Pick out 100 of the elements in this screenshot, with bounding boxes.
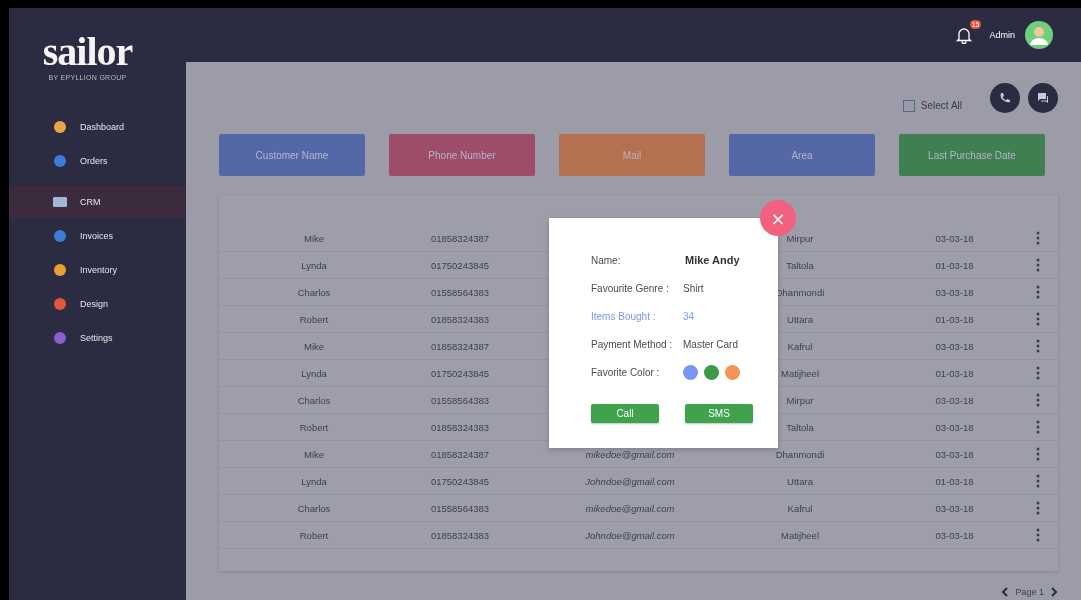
table-cell-text: 01858324383 — [429, 421, 491, 433]
table-cell-text: 03-03-18 — [934, 286, 975, 298]
table-cell-text: Johndoe@gmail.com — [584, 529, 676, 541]
filter-button[interactable]: Last Purchase Date — [899, 134, 1045, 176]
table-cell-text: Robert — [298, 421, 330, 433]
action-button[interactable]: Call — [591, 404, 659, 423]
phone-icon — [999, 92, 1011, 104]
table-cell-text: 01858324383 — [429, 313, 491, 325]
user-name: Admin — [989, 30, 1015, 40]
table-cell-text: 03-03-18 — [934, 340, 975, 352]
more-icon[interactable] — [1036, 258, 1040, 272]
sidebar-item[interactable]: Inventory — [9, 254, 186, 286]
field-label: Favourite Genre : — [591, 282, 670, 294]
table-cell-text: Robert — [298, 529, 330, 541]
sidebar-item[interactable]: Design — [9, 288, 186, 320]
next-page-icon[interactable] — [1050, 587, 1058, 597]
more-icon[interactable] — [1036, 447, 1040, 461]
table-cell-text: Kafrul — [786, 340, 814, 352]
more-icon[interactable] — [1036, 312, 1040, 326]
table-cell-text: Mike — [302, 232, 326, 244]
menu-item-icon — [53, 195, 67, 209]
table-cell-text: Robert — [298, 313, 330, 325]
sidebar-item[interactable]: Invoices — [9, 220, 186, 252]
filter-button[interactable]: Phone Number — [389, 134, 535, 176]
logo: sailor — [42, 32, 133, 72]
table-cell-text: Mike — [302, 448, 326, 460]
menu-item-icon — [53, 120, 67, 134]
table-cell-text: Dhanmondi — [774, 286, 826, 298]
table-cell-text: 01858324387 — [429, 340, 491, 352]
table-cell-text: mikedoe@gmail.com — [584, 448, 676, 460]
table-cell-text: 01750243845 — [429, 367, 491, 379]
table-cell-text: Kafrul — [786, 502, 814, 514]
table-cell-text: 01858324383 — [429, 529, 491, 541]
previous-page-icon[interactable] — [1001, 587, 1010, 597]
menu-item-icon — [53, 154, 67, 168]
table-cell-text: 03-03-18 — [934, 232, 975, 244]
table-cell-text: Lynda — [300, 367, 328, 379]
table-cell-text: Uttara — [786, 475, 814, 487]
table-cell-text: 01-03-18 — [934, 313, 975, 325]
more-icon[interactable] — [1036, 501, 1040, 515]
field-label: Payment Method : — [591, 338, 674, 350]
table-cell-text: mikedoe@gmail.com — [584, 502, 676, 514]
table-cell-text: 01558564383 — [429, 286, 491, 298]
more-icon[interactable] — [1036, 420, 1040, 434]
sidebar-item[interactable]: Dashboard — [9, 111, 186, 143]
more-icon[interactable] — [1036, 339, 1040, 353]
table-cell-text: 01-03-18 — [934, 259, 975, 271]
table-cell-text: Johndoe@gmail.com — [584, 475, 676, 487]
chat-icon — [1037, 92, 1049, 104]
page-label: Page 1 — [1015, 587, 1044, 597]
field-value: 34 — [683, 310, 695, 322]
bell-icon[interactable] — [955, 26, 974, 44]
table-cell-text: 01750243845 — [429, 259, 491, 271]
sidebar-item[interactable]: Settings — [9, 322, 186, 354]
table-cell-text: Mike — [302, 340, 326, 352]
field-label: Items Bought : — [591, 310, 657, 322]
avatar-icon[interactable] — [1025, 21, 1053, 49]
more-icon[interactable] — [1036, 474, 1040, 488]
table-cell-text: 01-03-18 — [934, 367, 975, 379]
table-cell-text: 01858324387 — [429, 232, 491, 244]
table-cell-text: Charlos — [296, 502, 332, 514]
table-cell-text: 01-03-18 — [934, 475, 975, 487]
table-cell-text: 01558564383 — [429, 394, 491, 406]
table-cell-text: 03-03-18 — [934, 448, 975, 460]
table-cell-text: 01558564383 — [429, 502, 491, 514]
sidebar-item[interactable]: Orders — [9, 145, 186, 177]
table-cell-text: Charlos — [296, 286, 332, 298]
table-cell-text: Uttara — [786, 313, 814, 325]
filter-button[interactable]: Area — [729, 134, 875, 176]
menu-item-icon — [53, 331, 67, 345]
field-value: Shirt — [683, 282, 704, 294]
sidebar-item[interactable]: CRM — [9, 186, 186, 218]
more-icon[interactable] — [1036, 366, 1040, 380]
select-all-checkbox[interactable]: Select All — [902, 99, 962, 112]
more-icon[interactable] — [1036, 393, 1040, 407]
table-cell-text: Matijheel — [780, 367, 820, 379]
field-value: Mike Andy — [684, 254, 740, 266]
table-cell-text: Lynda — [300, 259, 328, 271]
table-cell-text: Dhanmondi — [774, 448, 826, 460]
more-icon[interactable] — [1036, 231, 1040, 245]
menu-item-icon — [53, 229, 67, 243]
call-button[interactable] — [990, 83, 1020, 113]
table-cell-text: Mirpur — [785, 394, 815, 406]
more-icon[interactable] — [1036, 528, 1040, 542]
field-label: Name: — [591, 254, 622, 266]
table-cell-text: Taltola — [785, 259, 815, 271]
table-cell-text: 03-03-18 — [934, 421, 975, 433]
table-cell-text: 03-03-18 — [934, 394, 975, 406]
table-cell-text: Lynda — [300, 475, 328, 487]
more-icon[interactable] — [1036, 285, 1040, 299]
filter-button[interactable]: Customer Name — [219, 134, 365, 176]
menu-item-icon — [53, 263, 67, 277]
table-cell-text: Charlos — [296, 394, 332, 406]
table-cell-text: 01750243845 — [429, 475, 491, 487]
message-button[interactable] — [1028, 83, 1058, 113]
table-cell-text: 03-03-18 — [934, 502, 975, 514]
menu-item-icon — [53, 297, 67, 311]
action-button[interactable]: SMS — [685, 404, 753, 423]
table-cell-text: 03-03-18 — [934, 529, 975, 541]
table-cell-text: 01858324387 — [429, 448, 491, 460]
